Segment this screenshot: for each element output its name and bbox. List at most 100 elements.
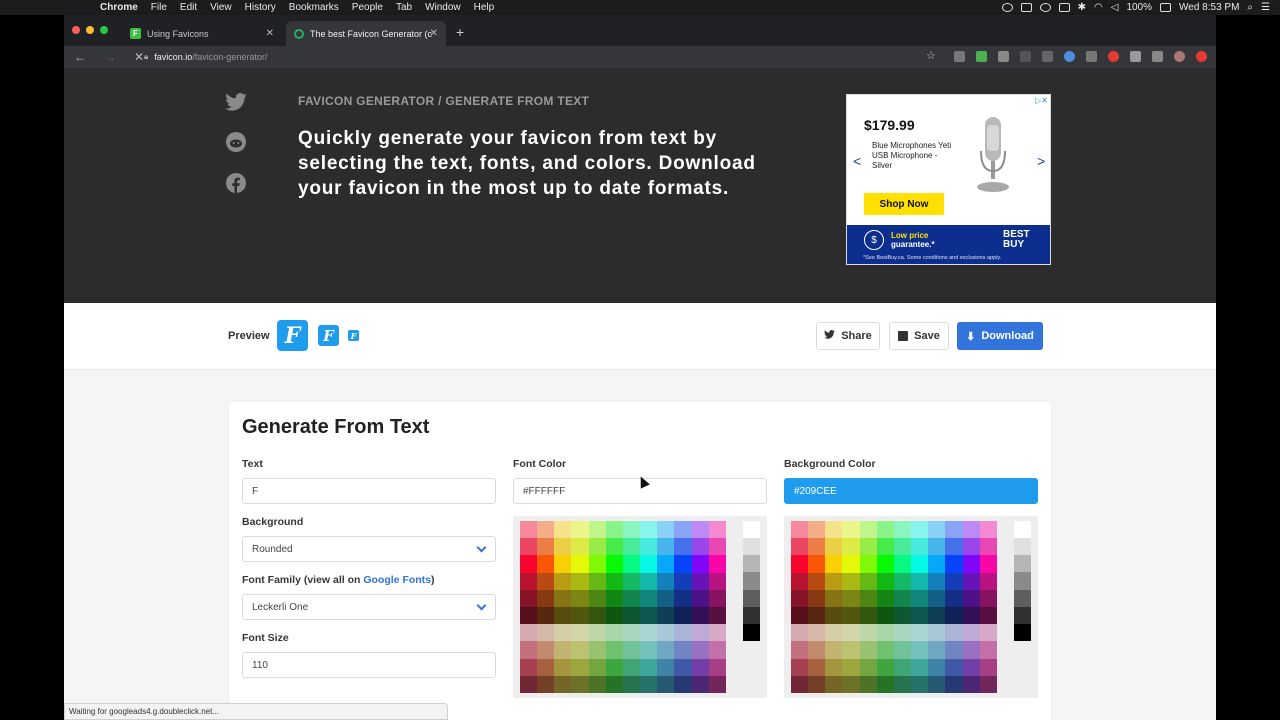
volume-icon[interactable]: ◁ — [1111, 2, 1119, 13]
color-swatch[interactable] — [657, 641, 675, 659]
color-swatch[interactable] — [825, 607, 843, 625]
airplay-icon[interactable] — [1058, 3, 1070, 12]
menu-people[interactable]: People — [352, 2, 383, 13]
color-swatch[interactable] — [791, 538, 809, 556]
color-swatch[interactable] — [554, 555, 572, 573]
text-input[interactable]: F — [242, 478, 496, 504]
close-tab-icon[interactable]: ✕ — [266, 28, 274, 39]
color-swatch[interactable] — [825, 555, 843, 573]
reading-list-icon[interactable] — [1152, 51, 1163, 62]
color-swatch[interactable] — [605, 572, 623, 590]
color-swatch[interactable] — [640, 658, 658, 676]
color-swatch-grid[interactable] — [791, 521, 997, 693]
menu-file[interactable]: File — [151, 2, 167, 13]
color-swatch[interactable] — [537, 538, 555, 556]
wifi-icon[interactable]: ◠ — [1094, 2, 1103, 13]
color-swatch[interactable] — [945, 624, 963, 642]
color-swatch[interactable] — [640, 607, 658, 625]
color-swatch[interactable] — [928, 521, 946, 539]
color-swatch[interactable] — [588, 675, 606, 693]
color-swatch[interactable] — [842, 572, 860, 590]
close-tab-icon[interactable]: ✕ — [430, 28, 438, 39]
color-swatch[interactable] — [928, 641, 946, 659]
color-swatch[interactable] — [622, 624, 641, 642]
color-swatch[interactable] — [945, 555, 963, 573]
color-swatch[interactable] — [911, 624, 929, 642]
color-swatch[interactable] — [859, 624, 877, 642]
color-swatch[interactable] — [979, 675, 997, 693]
color-swatch[interactable] — [640, 555, 658, 573]
color-swatch[interactable] — [791, 658, 809, 676]
color-swatch[interactable] — [979, 658, 997, 676]
gray-swatch[interactable] — [743, 572, 760, 590]
color-swatch[interactable] — [808, 521, 826, 539]
gray-swatch[interactable] — [743, 623, 760, 641]
color-swatch[interactable] — [605, 589, 623, 607]
color-swatch[interactable] — [657, 572, 675, 590]
color-swatch[interactable] — [537, 555, 555, 573]
color-swatch[interactable] — [825, 521, 843, 539]
color-swatch[interactable] — [605, 675, 623, 693]
color-swatch[interactable] — [808, 538, 826, 556]
color-swatch[interactable] — [893, 538, 912, 556]
color-swatch[interactable] — [571, 538, 589, 556]
color-swatch[interactable] — [520, 555, 538, 573]
color-swatch[interactable] — [708, 607, 726, 625]
color-swatch[interactable] — [622, 572, 641, 590]
gray-swatch[interactable] — [1014, 623, 1031, 641]
lock-icon[interactable]: 🔒︎ — [144, 52, 148, 62]
reddit-icon[interactable] — [224, 130, 248, 154]
color-swatch[interactable] — [876, 589, 894, 607]
color-swatch[interactable] — [588, 521, 606, 539]
color-swatch[interactable] — [962, 641, 980, 659]
minimize-window-icon[interactable] — [86, 26, 94, 34]
color-swatch[interactable] — [554, 572, 572, 590]
color-swatch[interactable] — [657, 675, 675, 693]
color-swatch[interactable] — [657, 555, 675, 573]
grayscale-swatches[interactable] — [743, 521, 760, 641]
color-swatch[interactable] — [588, 624, 606, 642]
color-swatch[interactable] — [842, 658, 860, 676]
color-swatch[interactable] — [708, 555, 726, 573]
color-swatch[interactable] — [893, 607, 912, 625]
advertisement[interactable]: ▷✕ $179.99 Blue Microphones Yeti USB Mic… — [846, 94, 1051, 265]
color-swatch[interactable] — [808, 675, 826, 693]
color-swatch[interactable] — [605, 641, 623, 659]
color-swatch[interactable] — [911, 572, 929, 590]
color-swatch[interactable] — [520, 675, 538, 693]
color-swatch[interactable] — [674, 538, 692, 556]
color-swatch[interactable] — [962, 607, 980, 625]
color-swatch[interactable] — [945, 641, 963, 659]
color-swatch[interactable] — [962, 538, 980, 556]
color-swatch[interactable] — [945, 589, 963, 607]
color-swatch[interactable] — [808, 589, 826, 607]
color-swatch[interactable] — [554, 521, 572, 539]
chevron-right-icon[interactable]: > — [1037, 153, 1045, 169]
color-swatch[interactable] — [928, 675, 946, 693]
color-swatch[interactable] — [876, 641, 894, 659]
color-swatch[interactable] — [520, 521, 538, 539]
color-swatch[interactable] — [911, 658, 929, 676]
color-swatch[interactable] — [928, 538, 946, 556]
color-swatch[interactable] — [979, 589, 997, 607]
color-swatch[interactable] — [571, 555, 589, 573]
color-swatch[interactable] — [876, 658, 894, 676]
color-swatch[interactable] — [622, 521, 641, 539]
address-bar[interactable]: 🔒︎ favicon.io /favicon-generator/ — [144, 48, 944, 66]
color-swatch[interactable] — [554, 675, 572, 693]
color-swatch[interactable] — [893, 555, 912, 573]
tab-using-favicons[interactable]: F Using Favicons ✕ — [122, 21, 282, 46]
extension-icon[interactable] — [954, 51, 965, 62]
color-swatch[interactable] — [537, 607, 555, 625]
color-swatch[interactable] — [945, 607, 963, 625]
color-swatch[interactable] — [791, 607, 809, 625]
close-window-icon[interactable] — [72, 26, 80, 34]
color-swatch[interactable] — [928, 624, 946, 642]
color-swatch[interactable] — [554, 607, 572, 625]
gray-swatch[interactable] — [743, 589, 760, 607]
battery-icon[interactable] — [1160, 3, 1172, 12]
color-swatch[interactable] — [588, 555, 606, 573]
color-swatch[interactable] — [520, 572, 538, 590]
color-swatch[interactable] — [674, 675, 692, 693]
color-swatch[interactable] — [520, 624, 538, 642]
